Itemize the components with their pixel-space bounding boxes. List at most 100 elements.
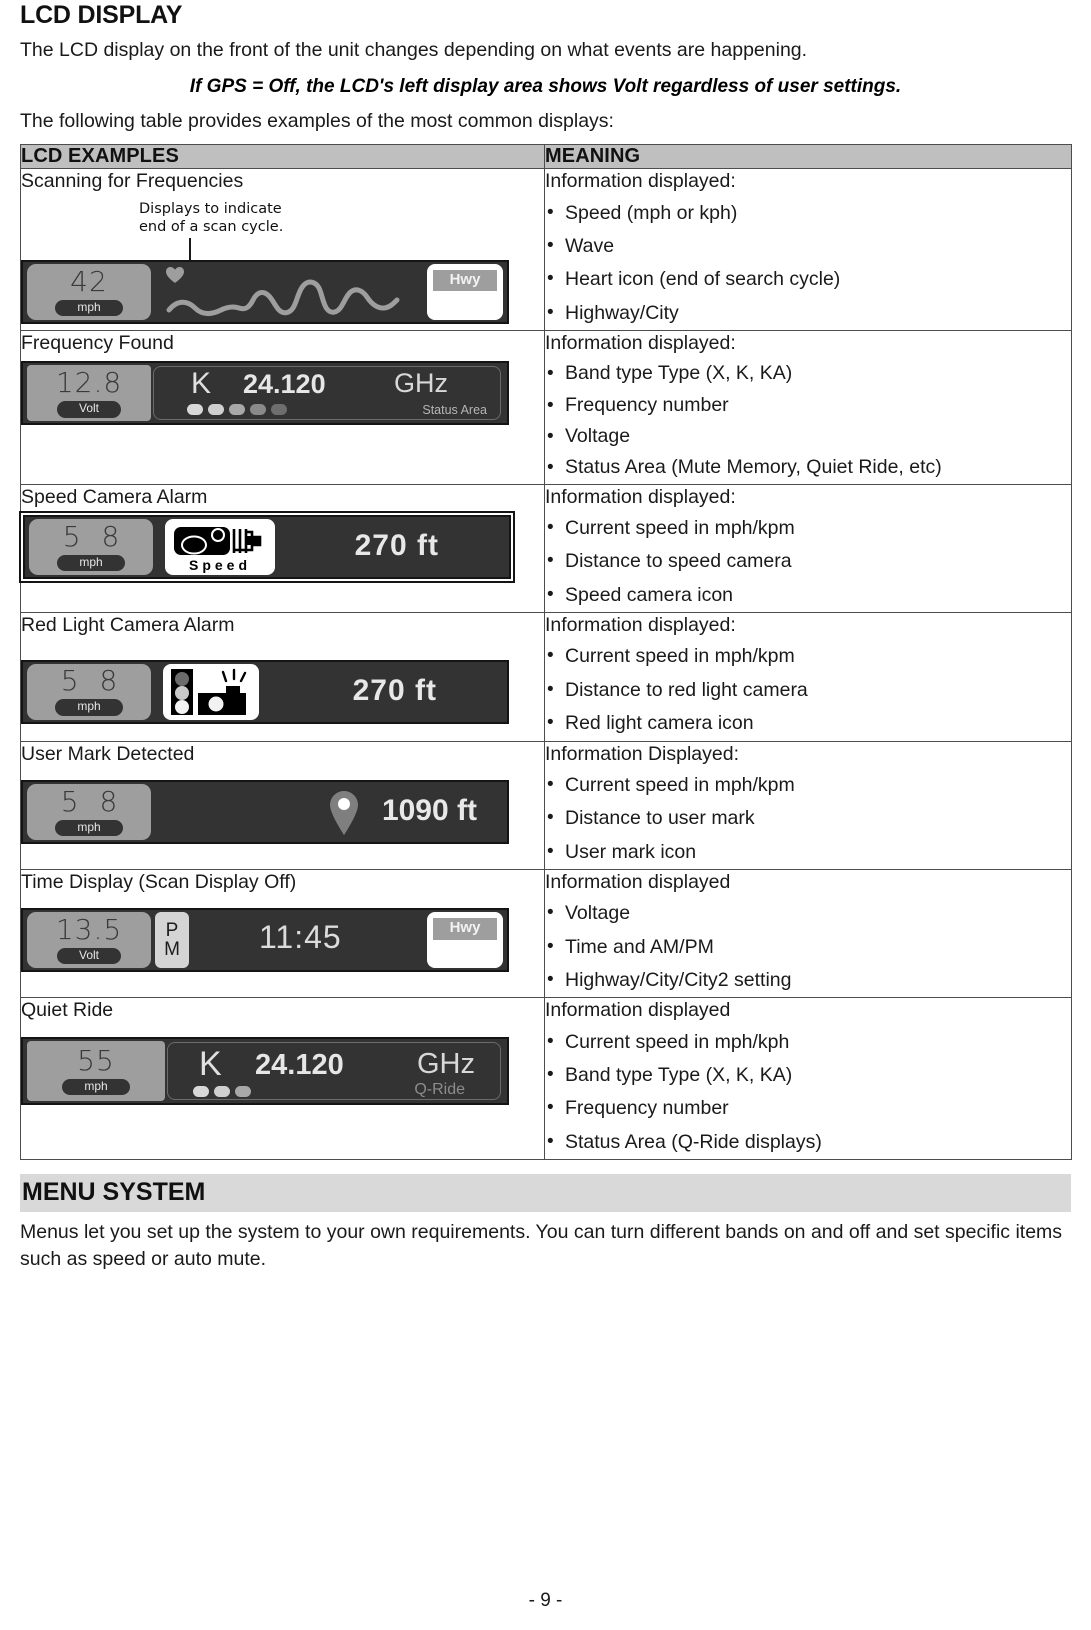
time-readout: 11:45 bbox=[259, 919, 342, 956]
lcd-speed-panel: 5 8 mph bbox=[29, 519, 153, 576]
red-light-camera-icon bbox=[163, 663, 259, 720]
table-header-row: LCD EXAMPLES MEANING bbox=[20, 144, 1072, 170]
frequency-unit: GHz bbox=[394, 368, 448, 399]
band-letter: K bbox=[199, 1044, 222, 1083]
lcd-examples-table: LCD EXAMPLES MEANING Scanning for Freque… bbox=[20, 144, 1072, 1160]
menu-system-heading: MENU SYSTEM bbox=[20, 1173, 1071, 1212]
lcd-example-cell: Scanning for Frequencies Displays to ind… bbox=[20, 168, 545, 332]
lcd-voltage-panel: 13.5 Volt bbox=[27, 912, 151, 969]
callout-line-2: end of a scan cycle. bbox=[139, 219, 284, 236]
meaning-list: Speed (mph or kph) Wave Heart icon (end … bbox=[545, 197, 1071, 330]
meaning-heading: Information Displayed: bbox=[545, 742, 740, 765]
list-item: Band type Type (X, K, KA) bbox=[545, 1059, 1071, 1092]
meaning-cell: Information displayed Current speed in m… bbox=[544, 997, 1072, 1160]
meaning-cell: Information displayed: Current speed in … bbox=[544, 483, 1072, 614]
meaning-list: Band type Type (X, K, KA) Frequency numb… bbox=[545, 358, 1071, 483]
row-label: Red Light Camera Alarm bbox=[21, 614, 235, 637]
highway-indicator: Hwy bbox=[427, 912, 503, 969]
lcd-voltage-unit: Volt bbox=[56, 401, 121, 418]
lcd-screen-quiet-ride: 55 mph K 24.120 GHz Q-Ride bbox=[21, 1036, 509, 1105]
table-row: User Mark Detected 5 8 mph 1090 ft Infor… bbox=[20, 740, 1072, 870]
distance-readout: 270 ft bbox=[352, 673, 437, 707]
meaning-heading: Information displayed: bbox=[545, 614, 736, 637]
meaning-list: Current speed in mph/kpm Distance to use… bbox=[545, 769, 1071, 869]
meaning-list: Current speed in mph/kpm Distance to red… bbox=[545, 640, 1071, 740]
row-label: Speed Camera Alarm bbox=[21, 485, 208, 508]
lcd-example-cell: Frequency Found 12.8 Volt K 24.120 GHz S… bbox=[20, 330, 545, 485]
ampm-indicator: P M bbox=[155, 912, 189, 969]
lcd-main-area: K 24.120 GHz Q-Ride bbox=[165, 1041, 503, 1101]
row-label: Scanning for Frequencies bbox=[21, 170, 244, 193]
lcd-example-cell: Red Light Camera Alarm 5 8 mph 270 ft bbox=[20, 612, 545, 742]
page-title: LCD DISPLAY bbox=[20, 1, 183, 29]
lcd-screen-time: 13.5 Volt P M 11:45 Hwy bbox=[21, 908, 509, 973]
gps-note: If GPS = Off, the LCD's left display are… bbox=[189, 76, 902, 98]
signal-strength-dots bbox=[193, 1085, 251, 1097]
lcd-main-area: 11:45 bbox=[189, 912, 423, 968]
highway-label: Hwy bbox=[433, 269, 497, 292]
lcd-screen-red-light-camera: 5 8 mph 270 ft bbox=[21, 659, 509, 724]
meaning-list: Current speed in mph/kph Band type Type … bbox=[545, 1026, 1071, 1159]
meaning-cell: Information Displayed: Current speed in … bbox=[544, 740, 1072, 870]
list-item: Voltage bbox=[545, 421, 1071, 452]
highway-indicator: Hwy bbox=[427, 263, 503, 320]
meaning-cell: Information displayed Voltage Time and A… bbox=[544, 868, 1072, 999]
column-header-meaning: MEANING bbox=[544, 144, 1072, 170]
list-item: Heart icon (end of search cycle) bbox=[545, 263, 1071, 296]
list-item: Status Area (Mute Memory, Quiet Ride, et… bbox=[545, 452, 1071, 483]
lcd-speed-unit: mph bbox=[57, 555, 125, 572]
lcd-speed-value: 5 8 bbox=[60, 784, 124, 818]
table-row: Red Light Camera Alarm 5 8 mph 270 ft In… bbox=[20, 612, 1072, 742]
page-number: - 9 - bbox=[528, 1590, 563, 1611]
ampm-bottom-letter: M bbox=[164, 939, 180, 961]
meaning-cell: Information displayed: Current speed in … bbox=[544, 612, 1072, 742]
list-item: Current speed in mph/kph bbox=[545, 1026, 1071, 1059]
meaning-list: Voltage Time and AM/PM Highway/City/City… bbox=[545, 897, 1071, 997]
scan-callout: Displays to indicate end of a scan cycle… bbox=[21, 200, 544, 260]
ampm-top-letter: P bbox=[165, 920, 179, 942]
lcd-screen-scanning: 42 mph Hwy bbox=[21, 259, 509, 324]
meaning-heading: Information displayed bbox=[545, 999, 731, 1022]
callout-line-1: Displays to indicate bbox=[139, 200, 282, 217]
meaning-heading: Information displayed bbox=[545, 870, 731, 893]
list-item: Highway/City/City2 setting bbox=[545, 964, 1071, 997]
list-item: Wave bbox=[545, 230, 1071, 263]
lcd-speed-unit: mph bbox=[62, 1078, 130, 1095]
lcd-example-cell: Quiet Ride 55 mph K 24.120 GHz Q-Ride bbox=[20, 997, 545, 1160]
column-header-lcd-examples: LCD EXAMPLES bbox=[20, 144, 545, 170]
lcd-speed-value: 5 8 bbox=[62, 520, 126, 554]
wave-icon bbox=[165, 270, 415, 323]
highway-label: Hwy bbox=[433, 918, 497, 940]
list-item: Distance to red light camera bbox=[545, 674, 1071, 707]
lcd-speed-unit: mph bbox=[55, 819, 123, 836]
user-mark-pin-icon bbox=[327, 790, 361, 841]
intro-paragraph: The LCD display on the front of the unit… bbox=[20, 38, 808, 61]
lcd-main-area: K 24.120 GHz Status Area bbox=[151, 365, 503, 421]
speed-camera-label: Speed bbox=[188, 556, 251, 573]
table-row: Frequency Found 12.8 Volt K 24.120 GHz S… bbox=[20, 330, 1072, 485]
lcd-voltage-panel: 12.8 Volt bbox=[27, 365, 151, 422]
list-item: Current speed in mph/kpm bbox=[545, 640, 1071, 673]
frequency-unit: GHz bbox=[417, 1047, 475, 1080]
list-item: Red light camera icon bbox=[545, 707, 1071, 740]
status-area-label: Q-Ride bbox=[414, 1080, 465, 1098]
meaning-list: Current speed in mph/kpm Distance to spe… bbox=[545, 512, 1071, 612]
meaning-heading: Information displayed: bbox=[545, 170, 736, 193]
callout-text: Displays to indicate end of a scan cycle… bbox=[139, 200, 283, 237]
list-item: Speed camera icon bbox=[545, 579, 1071, 612]
lcd-voltage-value: 13.5 bbox=[55, 913, 123, 947]
band-letter: K bbox=[191, 367, 212, 401]
row-label: Frequency Found bbox=[21, 332, 174, 355]
lcd-voltage-value: 12.8 bbox=[55, 366, 123, 400]
list-item: Status Area (Q-Ride displays) bbox=[545, 1126, 1071, 1159]
list-item: Frequency number bbox=[545, 390, 1071, 421]
list-item: Voltage bbox=[545, 897, 1071, 930]
lcd-speed-panel: 5 8 mph bbox=[27, 663, 151, 720]
row-label: Quiet Ride bbox=[21, 999, 114, 1022]
callout-leader-line bbox=[189, 237, 191, 260]
lcd-screen-frequency: 12.8 Volt K 24.120 GHz Status Area bbox=[21, 361, 509, 426]
page-root: LCD DISPLAY The LCD display on the front… bbox=[0, 0, 1091, 1630]
table-lead-in: The following table provides examples of… bbox=[20, 110, 614, 133]
list-item: Time and AM/PM bbox=[545, 931, 1071, 964]
lcd-example-cell: Time Display (Scan Display Off) 13.5 Vol… bbox=[20, 868, 545, 999]
